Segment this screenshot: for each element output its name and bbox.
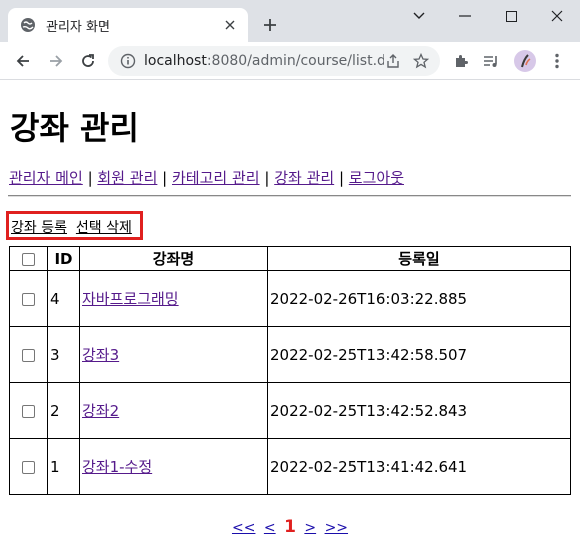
row-checkbox[interactable] <box>22 404 35 418</box>
highlight-box: 강좌 등록 선택 삭제 <box>6 211 143 240</box>
table-row: 3 강좌3 2022-02-25T13:42:58.507 <box>9 326 571 383</box>
close-window-button[interactable] <box>534 0 580 32</box>
last-page-link[interactable]: >> <box>325 520 348 536</box>
course-name-link[interactable]: 자바프로그래밍 <box>82 290 179 308</box>
browser-toolbar: localhost:8080/admin/course/list.do <box>0 42 580 80</box>
more-menu-icon[interactable] <box>548 52 566 70</box>
row-id: 1 <box>47 438 80 495</box>
current-page: 1 <box>284 517 296 537</box>
reload-button[interactable] <box>75 48 101 74</box>
table-row: 2 강좌2 2022-02-25T13:42:52.843 <box>9 382 571 439</box>
table-header-row: ID 강좌명 등록일 <box>9 246 571 271</box>
first-page-link[interactable]: << <box>232 520 255 536</box>
close-tab-icon[interactable] <box>222 17 238 33</box>
divider <box>8 195 571 197</box>
back-button[interactable] <box>10 48 36 74</box>
globe-icon <box>20 17 36 33</box>
table-row: 1 강좌1-수정 2022-02-25T13:41:42.641 <box>9 438 571 495</box>
row-date: 2022-02-26T16:03:22.885 <box>267 270 571 327</box>
row-id: 3 <box>47 326 80 383</box>
header-date: 등록일 <box>267 246 571 271</box>
nav-category-manage[interactable]: 카테고리 관리 <box>172 169 260 187</box>
row-select-cell <box>9 270 48 327</box>
header-select-all <box>9 246 48 271</box>
row-select-cell <box>9 326 48 383</box>
nav-course-manage[interactable]: 강좌 관리 <box>274 169 334 187</box>
tab-search-button[interactable] <box>396 0 442 32</box>
tab-title: 관리자 화면 <box>46 19 110 35</box>
profile-avatar[interactable] <box>514 50 536 72</box>
bookmark-star-icon[interactable] <box>412 52 430 70</box>
row-id: 2 <box>47 382 80 439</box>
maximize-button[interactable] <box>488 0 534 32</box>
row-date: 2022-02-25T13:42:58.507 <box>267 326 571 383</box>
header-name: 강좌명 <box>79 246 268 271</box>
url-path: :8080/admin/course/list.do <box>206 53 384 69</box>
course-actions: 강좌 등록 선택 삭제 <box>11 217 132 237</box>
extensions-icon[interactable] <box>452 52 470 70</box>
header-id: ID <box>47 246 80 271</box>
course-name-link[interactable]: 강좌2 <box>82 402 119 420</box>
course-table: ID 강좌명 등록일 4 자바프로그래밍 2022-02-26T16:03:22… <box>9 246 571 495</box>
row-name-cell: 강좌1-수정 <box>79 438 268 495</box>
row-select-cell <box>9 382 48 439</box>
url-host: localhost <box>144 53 207 69</box>
course-name-link[interactable]: 강좌1-수정 <box>82 458 152 476</box>
row-checkbox[interactable] <box>22 292 35 306</box>
prev-page-link[interactable]: < <box>264 520 276 536</box>
row-checkbox[interactable] <box>22 460 35 474</box>
nav-admin-main[interactable]: 관리자 메인 <box>9 169 83 187</box>
minimize-button[interactable] <box>442 0 488 32</box>
delete-selected-link[interactable]: 선택 삭제 <box>76 220 132 236</box>
forward-button[interactable] <box>43 48 69 74</box>
row-name-cell: 강좌3 <box>79 326 268 383</box>
register-course-link[interactable]: 강좌 등록 <box>11 220 67 236</box>
next-page-link[interactable]: > <box>304 520 316 536</box>
address-bar[interactable]: localhost:8080/admin/course/list.do <box>108 46 440 76</box>
share-icon[interactable] <box>384 52 402 70</box>
row-date: 2022-02-25T13:41:42.641 <box>267 438 571 495</box>
table-row: 4 자바프로그래밍 2022-02-26T16:03:22.885 <box>9 270 571 327</box>
new-tab-button[interactable] <box>258 13 282 37</box>
browser-tab[interactable]: 관리자 화면 <box>8 8 248 42</box>
nav-logout[interactable]: 로그아웃 <box>349 169 404 187</box>
url-text: localhost:8080/admin/course/list.do <box>144 53 384 69</box>
row-name-cell: 자바프로그래밍 <box>79 270 268 327</box>
admin-nav: 관리자 메인 | 회원 관리 | 카테고리 관리 | 강좌 관리 | 로그아웃 <box>9 167 404 188</box>
row-date: 2022-02-25T13:42:52.843 <box>267 382 571 439</box>
nav-separator: | <box>338 169 345 187</box>
row-id: 4 <box>47 270 80 327</box>
page-content: 강좌 관리 관리자 메인 | 회원 관리 | 카테고리 관리 | 강좌 관리 |… <box>0 81 580 554</box>
select-all-checkbox[interactable] <box>22 252 35 266</box>
page-title: 강좌 관리 <box>10 109 139 147</box>
nav-separator: | <box>87 169 93 187</box>
row-name-cell: 강좌2 <box>79 382 268 439</box>
nav-separator: | <box>162 169 168 187</box>
site-info-icon[interactable] <box>120 53 136 69</box>
row-select-cell <box>9 438 48 495</box>
media-queue-icon[interactable] <box>482 52 500 70</box>
row-checkbox[interactable] <box>22 348 35 362</box>
tab-strip: 관리자 화면 <box>0 0 580 42</box>
pagination: << < 1 > >> <box>0 517 580 537</box>
course-name-link[interactable]: 강좌3 <box>82 346 119 364</box>
nav-separator: | <box>264 169 270 187</box>
nav-member-manage[interactable]: 회원 관리 <box>97 169 157 187</box>
